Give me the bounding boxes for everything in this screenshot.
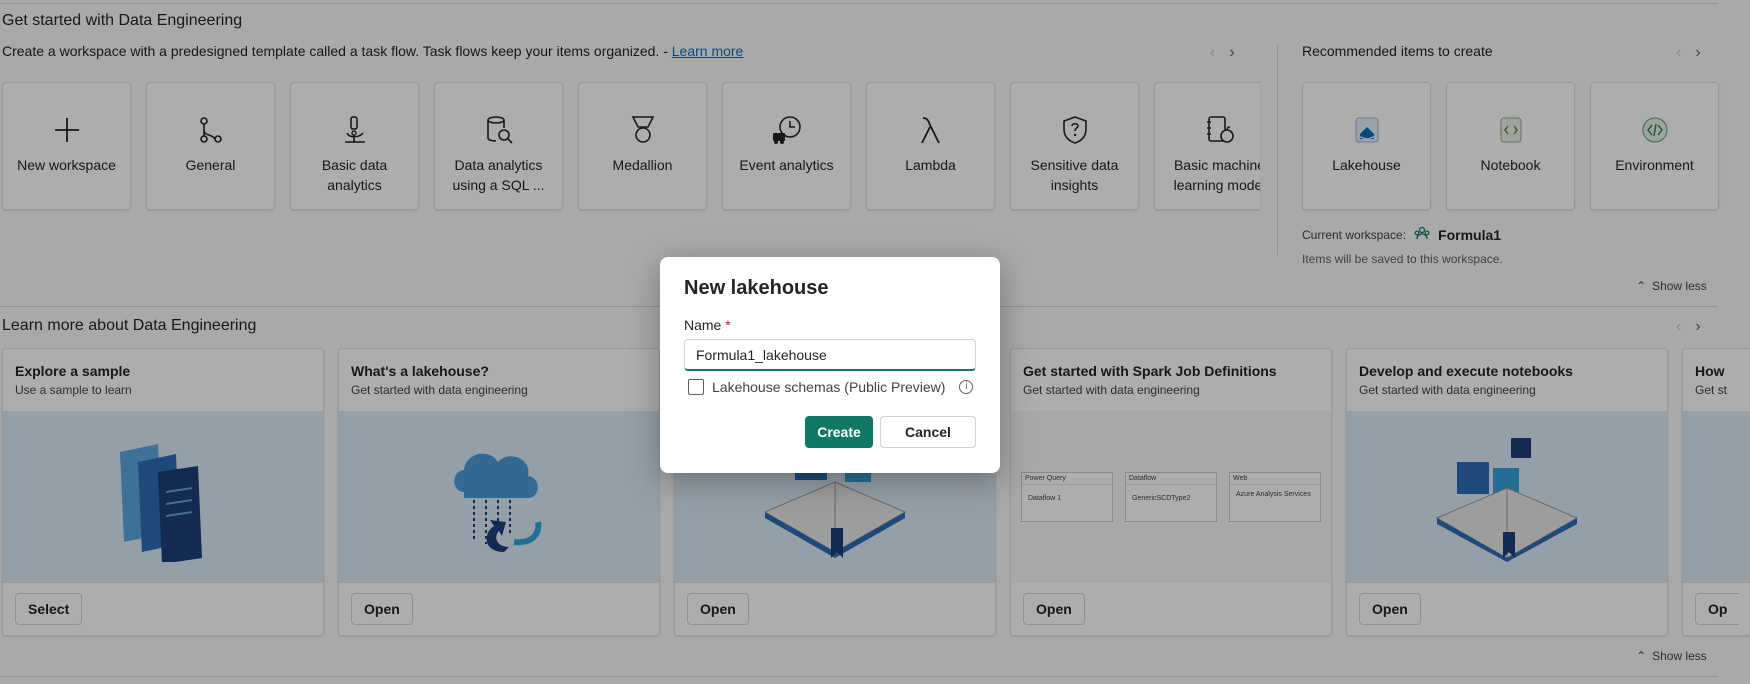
new-lakehouse-dialog: New lakehouse Name * Lakehouse schemas (… — [660, 257, 1000, 473]
required-marker: * — [725, 317, 731, 333]
cancel-button[interactable]: Cancel — [880, 416, 976, 448]
name-label: Name * — [684, 317, 731, 333]
lakehouse-name-input[interactable] — [684, 339, 976, 371]
create-button[interactable]: Create — [805, 416, 873, 448]
lakehouse-schemas-option[interactable]: Lakehouse schemas (Public Preview) i — [688, 379, 974, 395]
info-icon[interactable]: i — [959, 380, 974, 394]
dialog-title: New lakehouse — [684, 277, 829, 299]
checkbox-label: Lakehouse schemas (Public Preview) — [712, 379, 946, 395]
lakehouse-schemas-checkbox[interactable] — [688, 379, 704, 395]
